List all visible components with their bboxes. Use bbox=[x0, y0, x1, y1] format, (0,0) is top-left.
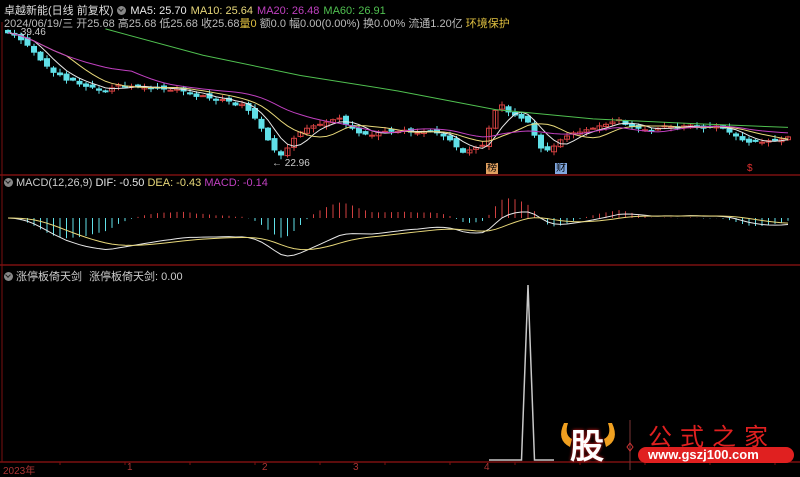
candle-down bbox=[772, 138, 778, 141]
macd-title: MACD(12,26,9) bbox=[16, 177, 93, 189]
candle-down bbox=[265, 127, 271, 141]
candle-down bbox=[50, 67, 57, 73]
candle-up bbox=[219, 99, 226, 102]
signal-line bbox=[489, 284, 554, 461]
candle-down bbox=[752, 139, 759, 142]
candle-up bbox=[590, 127, 596, 130]
candle-down bbox=[343, 115, 349, 125]
candle-down bbox=[440, 133, 447, 137]
candle-up bbox=[317, 123, 323, 126]
candle-down bbox=[460, 148, 466, 153]
time-label-jan: 1 bbox=[127, 462, 133, 473]
candle-down bbox=[37, 51, 44, 61]
candle-down bbox=[544, 146, 551, 151]
candle-down bbox=[525, 115, 531, 123]
macd-value: MACD: -0.14 bbox=[204, 177, 268, 189]
candle-down bbox=[232, 102, 239, 106]
signal-toggle-icon[interactable] bbox=[4, 272, 13, 281]
high-price-value: 39.46 bbox=[20, 27, 46, 38]
candle-down bbox=[388, 128, 395, 132]
candle-up bbox=[759, 141, 765, 144]
candle-down bbox=[362, 131, 369, 135]
candle-up bbox=[167, 89, 174, 92]
candle-down bbox=[278, 151, 284, 156]
candle-down bbox=[531, 122, 538, 136]
logo-char: 股 bbox=[570, 428, 604, 466]
chart-canvas[interactable] bbox=[0, 0, 800, 473]
time-label-2023: 2023年 bbox=[3, 466, 36, 477]
candle-down bbox=[102, 90, 109, 93]
candle-down bbox=[31, 45, 37, 53]
signal-header: 涨停板倚天剑 涨停板倚天剑: 0.00 bbox=[4, 268, 183, 284]
candle-down bbox=[733, 133, 739, 137]
time-label-apr: 4 bbox=[484, 462, 490, 473]
candle-down bbox=[57, 72, 63, 76]
candle-down bbox=[96, 88, 102, 91]
macd-dea: DEA: -0.43 bbox=[147, 177, 202, 189]
signal-value: 涨停板倚天剑: 0.00 bbox=[89, 271, 183, 283]
logo-url: www.gszj100.com bbox=[648, 447, 759, 462]
time-label-mar: 3 bbox=[353, 462, 359, 473]
candle-up bbox=[336, 117, 343, 120]
low-price-value: 22.96 bbox=[284, 158, 310, 169]
candle-down bbox=[187, 92, 193, 95]
candle-down bbox=[746, 138, 752, 143]
candle-down bbox=[89, 84, 96, 88]
candle-down bbox=[739, 136, 746, 141]
candle-down bbox=[193, 93, 200, 97]
candle-down bbox=[213, 98, 219, 101]
candle-down bbox=[252, 108, 258, 119]
watermark-logo: 股 公式之家 www.gszj100.com bbox=[556, 415, 800, 473]
signal-title: 涨停板倚天剑 bbox=[16, 271, 82, 283]
candle-down bbox=[70, 77, 76, 81]
candle-up bbox=[369, 134, 375, 137]
candle-down bbox=[63, 73, 70, 81]
ma60-line bbox=[105, 28, 789, 128]
candle-up bbox=[200, 95, 206, 98]
candle-down bbox=[44, 58, 50, 67]
macd-dif: DIF: -0.50 bbox=[95, 177, 145, 189]
candle-down bbox=[258, 118, 265, 129]
time-label-feb: 2 bbox=[262, 462, 268, 473]
candle-down bbox=[518, 113, 525, 119]
high-price-label: ← 39.46 bbox=[8, 27, 46, 38]
candle-down bbox=[538, 134, 544, 149]
candle-down bbox=[271, 138, 278, 151]
candle-up bbox=[479, 144, 486, 147]
candle-down bbox=[447, 135, 453, 141]
marker-dollar[interactable]: $ bbox=[746, 163, 754, 174]
candle-down bbox=[83, 83, 89, 87]
candle-down bbox=[76, 80, 83, 85]
marker-rank[interactable]: 榜 bbox=[486, 163, 498, 174]
candle-down bbox=[356, 127, 362, 134]
low-price-label: ← 22.96 bbox=[272, 158, 310, 169]
candle-down bbox=[453, 138, 460, 148]
marker-finance[interactable]: 财 bbox=[555, 163, 567, 174]
macd-toggle-icon[interactable] bbox=[4, 178, 13, 187]
macd-header: MACD(12,26,9) DIF: -0.50 DEA: -0.43 MACD… bbox=[4, 177, 268, 189]
